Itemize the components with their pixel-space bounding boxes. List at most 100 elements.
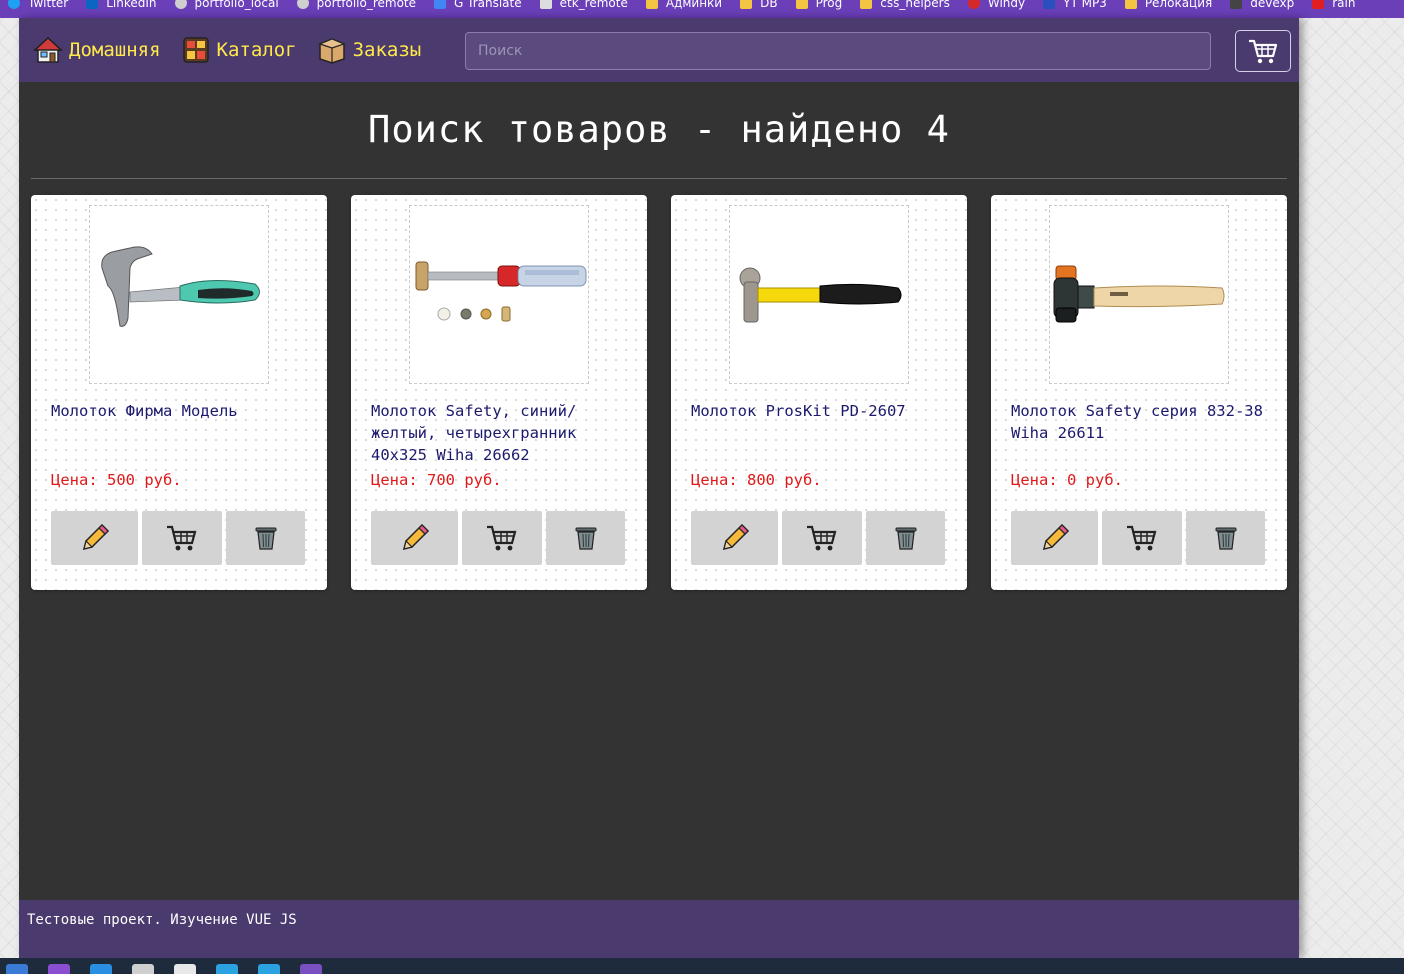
trash-icon (255, 527, 276, 550)
etk-icon (539, 0, 552, 9)
bookmark-etk-remote[interactable]: etk_remote (532, 0, 638, 12)
nav-catalog-link[interactable]: Каталог (181, 35, 297, 65)
product-image[interactable] (89, 205, 269, 384)
bookmark-folder-relocation[interactable]: Релокация (1117, 0, 1222, 12)
app-window: Домашняя Каталог Заказы Поиск Поиск това… (19, 18, 1299, 958)
nav-catalog-label: Каталог (216, 39, 297, 61)
nav-orders-link[interactable]: Заказы (317, 35, 422, 65)
folder-icon (1124, 0, 1137, 9)
translate-icon (434, 0, 447, 9)
product-actions (1011, 511, 1265, 565)
claw-hammer-icon (101, 246, 260, 327)
trash-icon (1215, 527, 1236, 550)
footer-text: Тестовые проект. Изучение VUE JS (27, 912, 297, 928)
add-to-cart-button[interactable] (1102, 511, 1182, 565)
bookmark-portfolio-local[interactable]: portfolio_local (167, 0, 289, 12)
product-name[interactable]: Молоток Safety, синий/желтый, четырехгра… (371, 400, 633, 466)
nav-home-link[interactable]: Домашняя (33, 35, 161, 65)
search-input[interactable] (465, 32, 1211, 70)
delete-button[interactable] (1186, 511, 1265, 565)
bookmark-folder-css-helpers[interactable]: css_helpers (852, 0, 960, 12)
vscode-taskbar-icon[interactable] (90, 964, 112, 974)
browser-taskbar-icon[interactable] (6, 964, 28, 974)
bookmark-rain[interactable]: rain (1304, 0, 1365, 12)
delete-button[interactable] (866, 511, 945, 565)
bookmark-devexp[interactable]: devexp (1222, 0, 1304, 12)
bookmark-folder-admin[interactable]: Админки (638, 0, 732, 12)
nav-orders-label: Заказы (352, 39, 422, 61)
product-image[interactable] (729, 205, 909, 384)
product-image[interactable] (1049, 205, 1229, 384)
add-to-cart-button[interactable] (782, 511, 862, 565)
delete-button[interactable] (226, 511, 305, 565)
windy-icon (967, 0, 980, 9)
telegram-taskbar-icon[interactable] (258, 964, 280, 974)
visual-studio-taskbar-icon[interactable] (48, 964, 70, 974)
product-price: Цена: 700 руб. (371, 471, 502, 489)
product-grid: Молоток Фирма Модель Цена: 500 руб. Моло… (31, 195, 1287, 590)
clipboard-taskbar-icon[interactable] (132, 964, 154, 974)
twitter-icon (8, 0, 20, 9)
product-actions (371, 511, 625, 565)
edit-button[interactable] (371, 511, 458, 565)
navbar: Домашняя Каталог Заказы Поиск (19, 18, 1299, 82)
pencil-icon (722, 523, 749, 551)
add-to-cart-button[interactable] (462, 511, 542, 565)
folder-icon (795, 0, 808, 9)
bookmark-linkedin[interactable]: LinkedIn (78, 0, 166, 12)
trash-icon (895, 527, 916, 550)
download-icon (1043, 0, 1056, 9)
delete-button[interactable] (546, 511, 625, 565)
devexp-icon (1230, 0, 1243, 9)
cart-button[interactable] (1235, 30, 1291, 72)
bookmark-windy[interactable]: Windy (960, 0, 1035, 12)
bookmarks-bar: Twitter LinkedIn portfolio_local portfol… (0, 0, 1404, 18)
product-image[interactable] (409, 205, 589, 384)
cart-icon (487, 525, 517, 551)
edit-button[interactable] (1011, 511, 1098, 565)
soft-face-mallet-icon (1053, 265, 1225, 323)
folder-icon (740, 0, 753, 9)
bookmark-twitter[interactable]: Twitter (0, 0, 78, 12)
folder-icon (645, 0, 658, 9)
globe-icon (296, 0, 309, 9)
bookmark-folder-db[interactable]: DB (732, 0, 787, 12)
folder-icon (860, 0, 873, 9)
edit-button[interactable] (51, 511, 138, 565)
pencil-icon (1042, 523, 1069, 551)
bookmark-g-translate[interactable]: G Translate (426, 0, 532, 12)
taskbar (0, 958, 1404, 974)
cart-icon (167, 525, 197, 551)
product-card: Молоток Safety серия 832-38 Wiha 26611 Ц… (991, 195, 1287, 590)
bookmark-yt-mp3[interactable]: YT MP3 (1035, 0, 1117, 12)
app-taskbar-icon[interactable] (300, 964, 322, 974)
product-price: Цена: 800 руб. (691, 471, 822, 489)
pencil-icon (402, 523, 429, 551)
product-card: Молоток Safety, синий/желтый, четырехгра… (351, 195, 647, 590)
ball-peen-hammer-icon (739, 267, 902, 323)
add-to-cart-button[interactable] (142, 511, 222, 565)
product-name[interactable]: Молоток Фирма Модель (51, 400, 313, 422)
bookmark-portfolio-remote[interactable]: portfolio_remote (289, 0, 426, 12)
product-price: Цена: 0 руб. (1011, 471, 1123, 489)
footer: Тестовые проект. Изучение VUE JS (19, 900, 1299, 958)
screwdriver-hammer-icon (415, 261, 587, 322)
bookmark-folder-prog[interactable]: Prog (788, 0, 853, 12)
notepad-taskbar-icon[interactable] (174, 964, 196, 974)
product-actions (51, 511, 305, 565)
globe-icon (174, 0, 187, 9)
page-title: Поиск товаров - найдено 4 (368, 108, 950, 151)
house-icon (33, 35, 63, 65)
nav-home-label: Домашняя (69, 39, 161, 61)
product-card: Молоток Фирма Модель Цена: 500 руб. (31, 195, 327, 590)
product-name[interactable]: Молоток Safety серия 832-38 Wiha 26611 (1011, 400, 1273, 444)
product-name[interactable]: Молоток ProsKit PD-2607 (691, 400, 953, 422)
product-card: Молоток ProsKit PD-2607 Цена: 800 руб. (671, 195, 967, 590)
youtube-icon (1312, 0, 1325, 9)
edit-button[interactable] (691, 511, 778, 565)
linkedin-icon (86, 0, 99, 9)
telegram-taskbar-icon[interactable] (216, 964, 238, 974)
box-icon (317, 35, 347, 65)
cart-icon (1249, 39, 1278, 64)
divider (31, 178, 1287, 179)
